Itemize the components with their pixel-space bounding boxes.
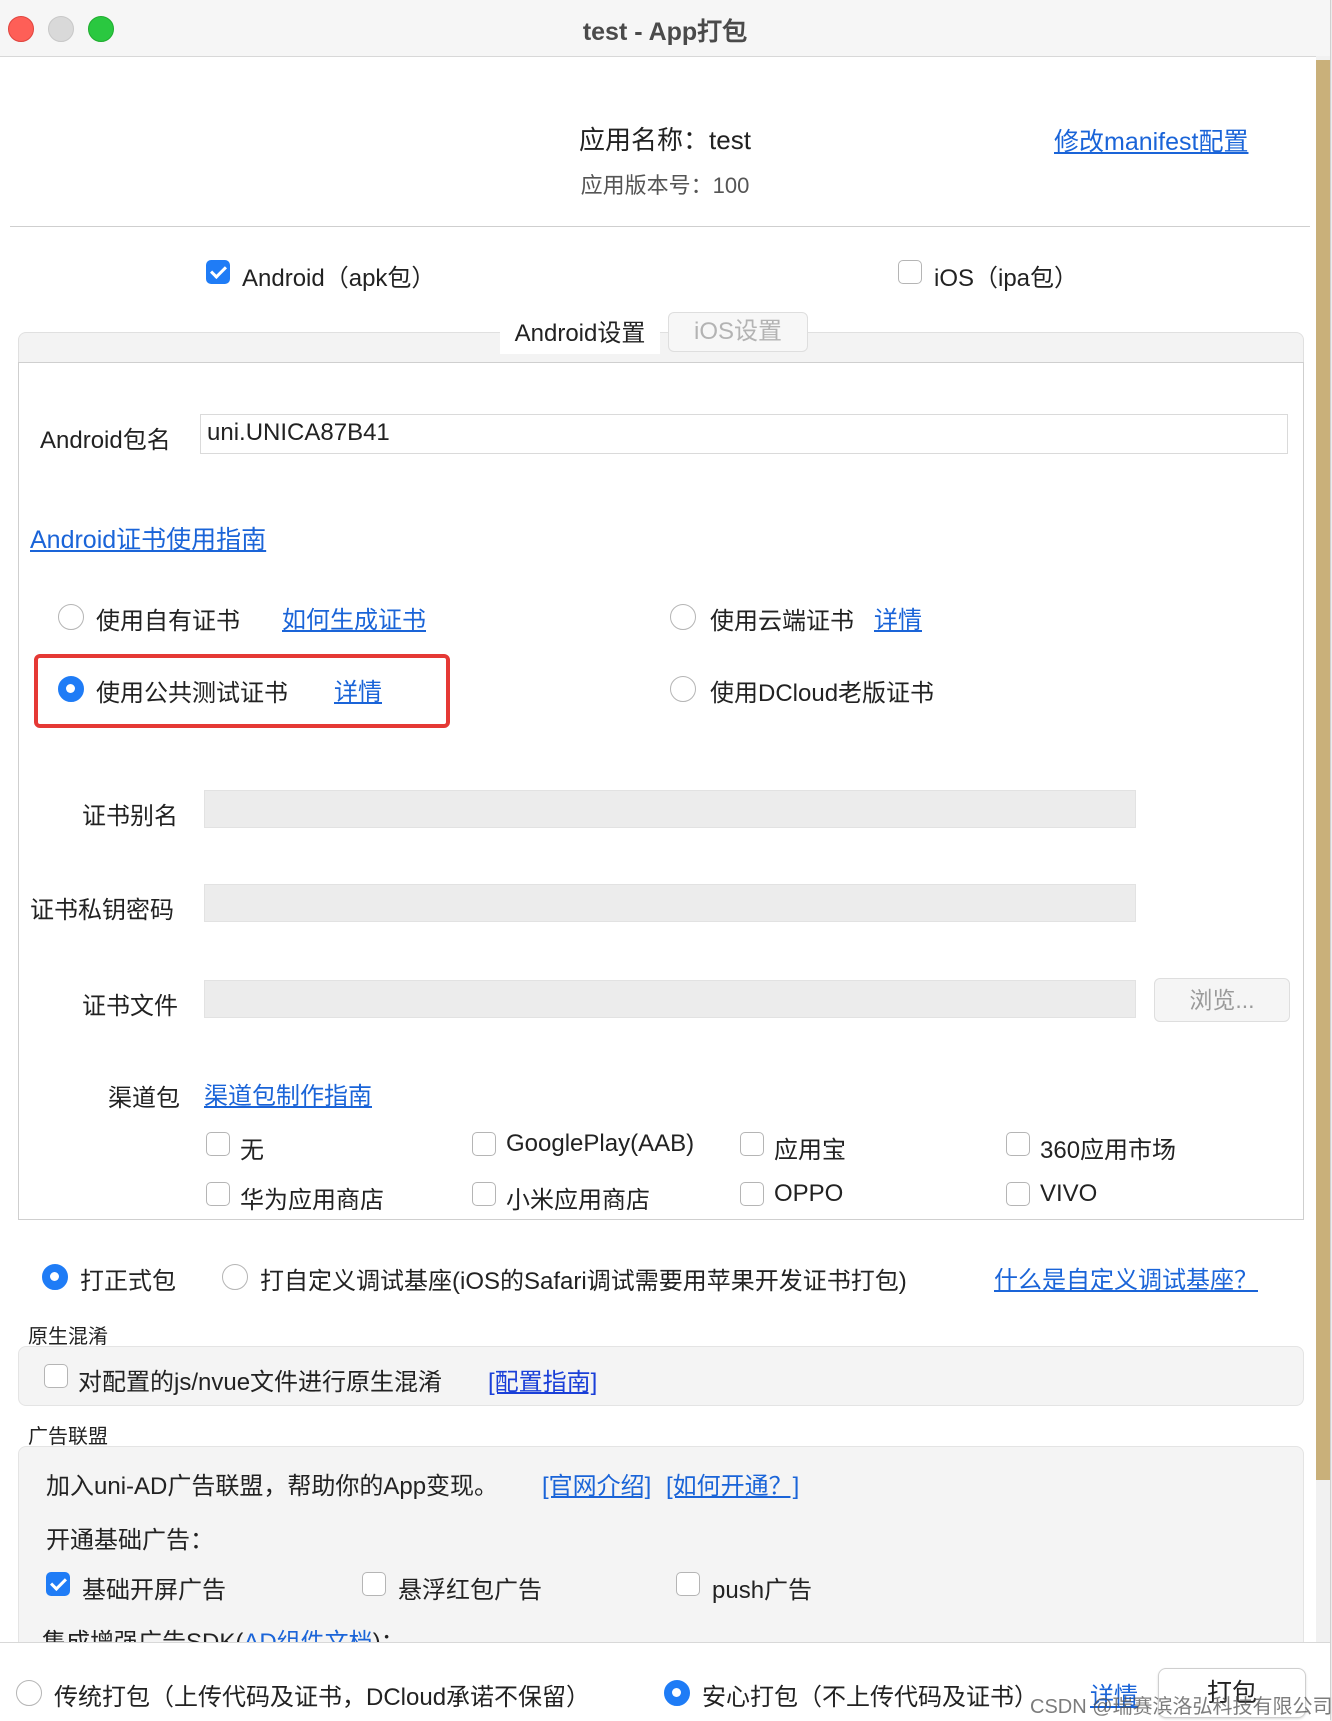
channel-none-label: 无 xyxy=(240,1137,264,1164)
channel-360-checkbox[interactable] xyxy=(1006,1132,1030,1156)
ads-sdk-text-end: )： xyxy=(373,1629,405,1642)
watermark: CSDN @瑞赛滨洛弘科技有限公司 xyxy=(1030,1696,1332,1718)
traditional-pack-label: 传统打包（上传代码及证书，DCloud承诺不保留） xyxy=(54,1684,591,1711)
android-platform-label: Android（apk包） xyxy=(242,265,436,292)
app-version: 应用版本号：100 xyxy=(580,173,750,198)
cert-password-label: 证书私钥密码 xyxy=(30,897,174,924)
ads-intro: 加入uni-AD广告联盟，帮助你的App变现。 xyxy=(46,1473,499,1500)
tab-ios-settings[interactable]: iOS设置 xyxy=(668,312,808,352)
package-name-label: Android包名 xyxy=(40,427,171,454)
android-cert-guide-link[interactable]: Android证书使用指南 xyxy=(30,520,266,556)
manifest-config-link[interactable]: 修改manifest配置 xyxy=(1054,122,1248,158)
ads-official-link[interactable]: [官网介绍] xyxy=(542,1466,651,1501)
channel-oppo-label: OPPO xyxy=(774,1180,844,1207)
ads-redpacket-checkbox[interactable] xyxy=(362,1572,386,1596)
channel-oppo-checkbox[interactable] xyxy=(740,1182,764,1206)
ads-basic-label: 开通基础广告： xyxy=(46,1527,214,1554)
ads-splash-label: 基础开屏广告 xyxy=(82,1577,226,1604)
cert-cloud-details-link[interactable]: 详情 xyxy=(874,600,922,635)
cert-file-input[interactable] xyxy=(204,980,1136,1018)
cert-file-label: 证书文件 xyxy=(82,993,178,1020)
channel-xiaomi-checkbox[interactable] xyxy=(472,1182,496,1206)
channel-yingyongbao-checkbox[interactable] xyxy=(740,1132,764,1156)
channel-yingyongbao-label: 应用宝 xyxy=(774,1137,846,1164)
cert-public-test-details-link[interactable]: 详情 xyxy=(334,672,382,707)
android-checkbox[interactable] xyxy=(206,260,230,284)
obfuscation-label: 对配置的js/nvue文件进行原生混淆 xyxy=(78,1369,443,1396)
cert-own-label: 使用自有证书 xyxy=(96,608,240,635)
ads-howto-link[interactable]: [如何开通？] xyxy=(666,1466,799,1501)
ios-checkbox[interactable] xyxy=(898,260,922,284)
safe-pack-radio[interactable] xyxy=(664,1680,690,1706)
channel-360-label: 360应用市场 xyxy=(1040,1137,1177,1164)
ads-push-checkbox[interactable] xyxy=(676,1572,700,1596)
custom-base-help-link[interactable]: 什么是自定义调试基座？ xyxy=(994,1260,1258,1295)
cert-cloud-label: 使用云端证书 xyxy=(710,608,854,635)
how-to-generate-cert-link[interactable]: 如何生成证书 xyxy=(282,600,426,635)
app-pack-window: test - App打包 应用名称：test 应用版本号：100 修改manif… xyxy=(0,0,1332,1721)
ios-platform-label: iOS（ipa包） xyxy=(934,265,1079,292)
cert-alias-label: 证书别名 xyxy=(82,803,178,830)
build-release-label: 打正式包 xyxy=(80,1268,176,1295)
cert-own-radio[interactable] xyxy=(58,604,84,630)
channel-huawei-label: 华为应用商店 xyxy=(240,1187,384,1214)
channel-huawei-checkbox[interactable] xyxy=(206,1182,230,1206)
ads-redpacket-label: 悬浮红包广告 xyxy=(398,1577,542,1604)
cert-dcloud-old-label: 使用DCloud老版证书 xyxy=(710,680,935,707)
channel-label: 渠道包 xyxy=(108,1085,180,1112)
tab-android-settings[interactable]: Android设置 xyxy=(500,314,660,354)
ads-sdk-text: 集成增强广告SDK( xyxy=(42,1629,243,1642)
ads-section-title: 广告联盟 xyxy=(28,1426,108,1448)
traditional-pack-radio[interactable] xyxy=(16,1680,42,1706)
cert-dcloud-old-radio[interactable] xyxy=(670,676,696,702)
build-custom-base-radio[interactable] xyxy=(222,1264,248,1290)
ads-sdk-row: 集成增强广告SDK(AD组件文档)： xyxy=(42,1622,405,1642)
title-bar: test - App打包 xyxy=(0,0,1330,57)
obfuscation-checkbox[interactable] xyxy=(44,1364,68,1388)
channel-vivo-checkbox[interactable] xyxy=(1006,1182,1030,1206)
package-name-input[interactable]: uni.UNICA87B41 xyxy=(200,414,1288,454)
scrollbar-thumb[interactable] xyxy=(1316,60,1330,1480)
obfuscation-guide-link[interactable]: [配置指南] xyxy=(488,1362,597,1397)
channel-xiaomi-label: 小米应用商店 xyxy=(506,1187,650,1214)
cert-cloud-radio[interactable] xyxy=(670,604,696,630)
divider xyxy=(10,226,1310,227)
channel-vivo-label: VIVO xyxy=(1040,1180,1098,1207)
channel-guide-link[interactable]: 渠道包制作指南 xyxy=(204,1076,372,1111)
cert-public-test-radio[interactable] xyxy=(58,676,84,702)
ads-sdk-doc-link[interactable]: AD组件文档 xyxy=(243,1629,372,1642)
build-release-radio[interactable] xyxy=(42,1264,68,1290)
ads-splash-checkbox[interactable] xyxy=(46,1572,70,1596)
build-custom-base-label: 打自定义调试基座(iOS的Safari调试需要用苹果开发证书打包) xyxy=(260,1268,907,1295)
cert-alias-input[interactable] xyxy=(204,790,1136,828)
channel-googleplay-checkbox[interactable] xyxy=(472,1132,496,1156)
tab-strip xyxy=(18,332,1304,363)
browse-button[interactable]: 浏览... xyxy=(1154,978,1290,1022)
cert-public-test-label: 使用公共测试证书 xyxy=(96,680,288,707)
obfuscation-section-title: 原生混淆 xyxy=(28,1326,108,1348)
safe-pack-label: 安心打包（不上传代码及证书） xyxy=(702,1684,1038,1711)
cert-password-input[interactable] xyxy=(204,884,1136,922)
channel-none-checkbox[interactable] xyxy=(206,1132,230,1156)
window-title: test - App打包 xyxy=(582,18,748,46)
ads-push-label: push广告 xyxy=(712,1577,813,1604)
channel-googleplay-label: GooglePlay(AAB) xyxy=(506,1130,695,1157)
